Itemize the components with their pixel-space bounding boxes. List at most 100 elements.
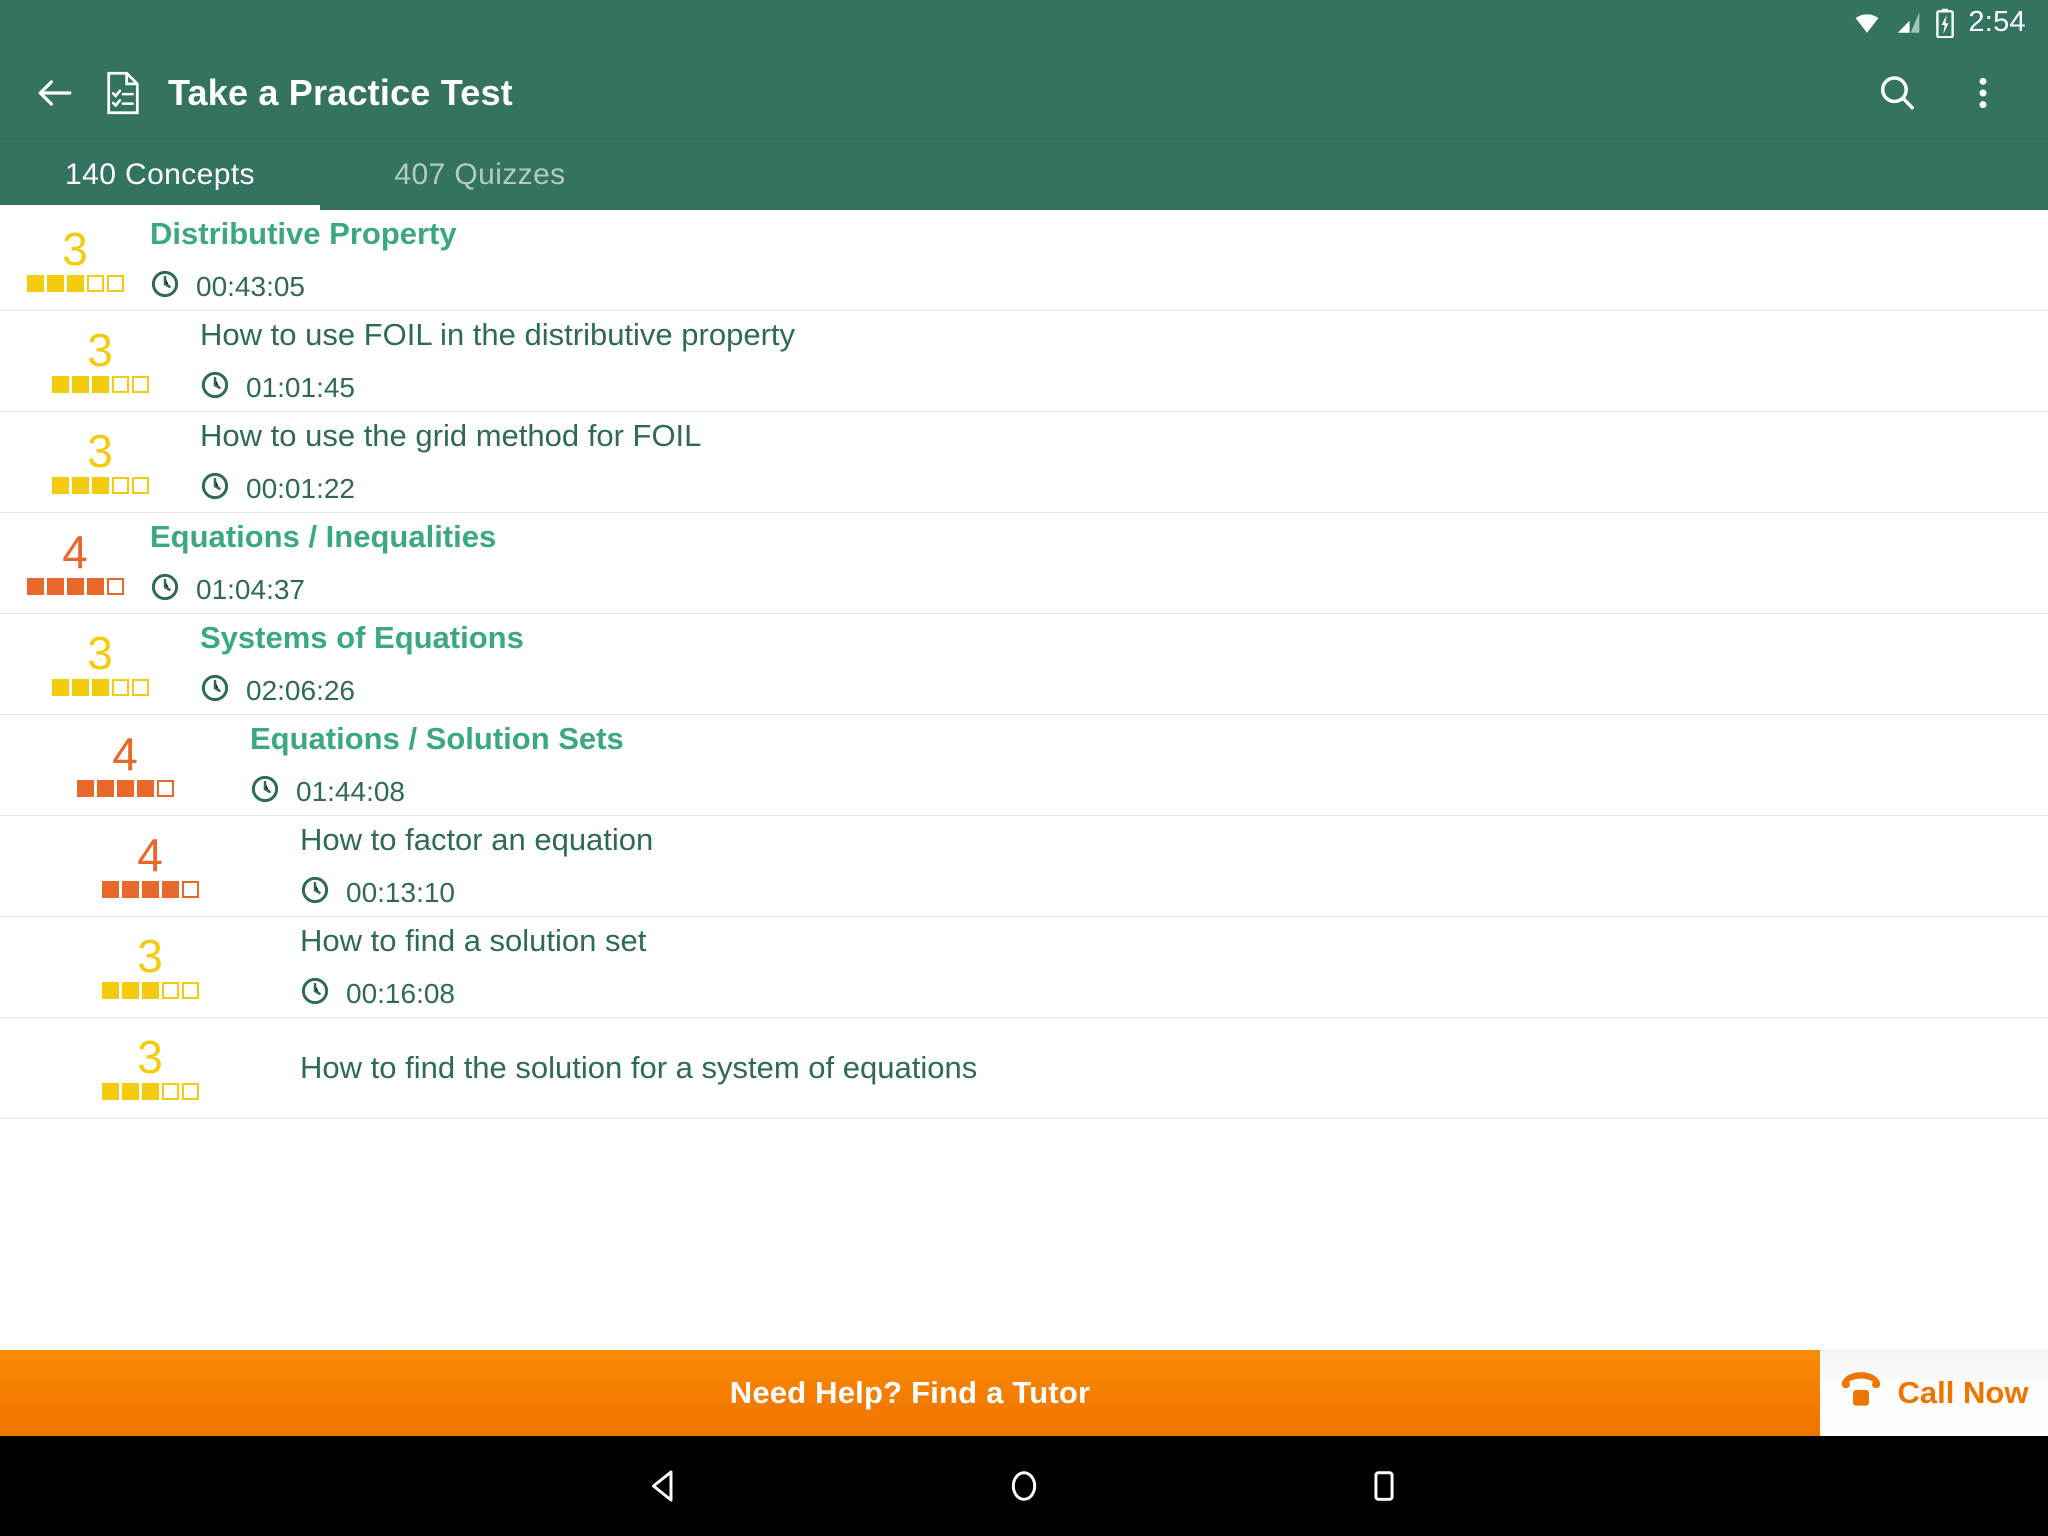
battery-charging-icon	[1935, 8, 1955, 38]
difficulty-rating-boxes	[51, 678, 149, 696]
concept-list[interactable]: 3 Distributive Property 00:43:05 3 How to us…	[0, 210, 2048, 1350]
rating-box-empty	[131, 678, 149, 696]
difficulty-rating: 3	[25, 627, 175, 696]
table-row[interactable]: 3 How to find the solution for a system o…	[0, 1018, 2048, 1119]
difficulty-rating: 4	[50, 728, 200, 797]
concept-title: Systems of Equations	[200, 619, 524, 655]
back-button[interactable]	[0, 71, 110, 115]
difficulty-rating-boxes	[26, 274, 124, 292]
difficulty-rating-number: 3	[87, 627, 113, 680]
study-time: 00:01:22	[200, 471, 2048, 506]
practice-test-document-icon	[104, 71, 142, 115]
rating-box-empty	[86, 274, 104, 292]
cellular-signal-icon	[1895, 10, 1922, 36]
row-content: How to factor an equation 00:13:10	[300, 822, 2048, 911]
wifi-icon	[1852, 10, 1882, 36]
tab-concepts[interactable]: 140 Concepts	[0, 140, 320, 210]
rating-box-filled	[26, 274, 44, 292]
tab-quizzes[interactable]: 407 Quizzes	[320, 140, 640, 210]
rating-box-filled	[141, 880, 159, 898]
rating-box-empty	[131, 476, 149, 494]
nav-recents-button[interactable]	[1329, 1436, 1439, 1536]
rating-box-filled	[51, 375, 69, 393]
rating-box-filled	[46, 577, 64, 595]
rating-box-filled	[51, 476, 69, 494]
clock-icon	[150, 269, 180, 304]
study-time: 01:44:08	[250, 774, 2048, 809]
difficulty-rating-boxes	[101, 880, 199, 898]
app-bar: Take a Practice Test	[0, 45, 2048, 140]
difficulty-rating: 4	[75, 829, 225, 898]
table-row[interactable]: 3 How to use the grid method for FOIL 00:0…	[0, 412, 2048, 513]
table-row[interactable]: 4 How to factor an equation 00:13:10	[0, 816, 2048, 917]
subtopic-title: How to factor an equation	[300, 821, 654, 857]
rating-box-filled	[96, 779, 114, 797]
nav-recents-square-icon	[1374, 1471, 1394, 1501]
table-row[interactable]: 3 How to use FOIL in the distributive pro…	[0, 311, 2048, 412]
rating-box-empty	[181, 1082, 199, 1100]
study-time-value: 01:04:37	[196, 573, 305, 605]
row-content: Equations / Solution Sets 01:44:08	[250, 721, 2048, 810]
nav-back-triangle-icon	[652, 1470, 673, 1502]
table-row[interactable]: 4 Equations / Solution Sets 01:44:08	[0, 715, 2048, 816]
difficulty-rating-number: 4	[137, 829, 163, 882]
rating-box-filled	[116, 779, 134, 797]
nav-home-button[interactable]	[969, 1436, 1079, 1536]
clock-icon	[300, 976, 330, 1011]
table-row[interactable]: 3 Systems of Equations 02:06:26	[0, 614, 2048, 715]
rating-box-filled	[51, 678, 69, 696]
table-row[interactable]: 4 Equations / Inequalities 01:04:37	[0, 513, 2048, 614]
find-tutor-button[interactable]: Need Help? Find a Tutor	[0, 1350, 1820, 1436]
clock-icon	[150, 572, 180, 607]
study-time-value: 00:13:10	[346, 876, 455, 908]
subtopic-title: How to find the solution for a system of…	[300, 1050, 978, 1086]
rating-box-empty	[131, 375, 149, 393]
status-bar: 2:54	[0, 0, 2048, 45]
rating-box-empty	[106, 577, 124, 595]
rating-box-empty	[106, 274, 124, 292]
rating-box-empty	[161, 981, 179, 999]
study-time: 00:13:10	[300, 875, 2048, 910]
study-time: 01:01:45	[200, 370, 2048, 405]
rating-box-empty	[181, 880, 199, 898]
rating-box-filled	[141, 981, 159, 999]
row-content: Systems of Equations 02:06:26	[200, 620, 2048, 709]
difficulty-rating: 3	[0, 226, 150, 292]
difficulty-rating: 3	[75, 1031, 225, 1100]
rating-box-empty	[111, 678, 129, 696]
difficulty-rating: 4	[0, 529, 150, 595]
table-row[interactable]: 3 Distributive Property 00:43:05	[0, 210, 2048, 311]
rating-box-filled	[86, 577, 104, 595]
rating-box-filled	[136, 779, 154, 797]
overflow-menu-button[interactable]	[1940, 73, 2026, 113]
difficulty-rating-number: 3	[137, 1031, 163, 1084]
difficulty-rating-number: 4	[112, 728, 138, 781]
tutor-banner: Need Help? Find a Tutor Call Now	[0, 1350, 2048, 1436]
rating-box-filled	[66, 577, 84, 595]
rating-box-filled	[71, 375, 89, 393]
rating-box-filled	[71, 678, 89, 696]
difficulty-rating-boxes	[76, 779, 174, 797]
subtopic-title: How to use the grid method for FOIL	[200, 417, 702, 453]
subtopic-title: How to find a solution set	[300, 922, 647, 958]
clock-icon	[200, 370, 230, 405]
difficulty-rating-boxes	[51, 375, 149, 393]
call-now-button[interactable]: Call Now	[1820, 1350, 2048, 1436]
rating-box-filled	[66, 274, 84, 292]
call-now-label: Call Now	[1897, 1375, 2029, 1410]
table-row[interactable]: 3 How to find a solution set 00:16:08	[0, 917, 2048, 1018]
study-time-value: 01:44:08	[296, 775, 405, 807]
search-button[interactable]	[1854, 71, 1940, 115]
difficulty-rating-boxes	[101, 981, 199, 999]
arrow-left-icon	[38, 79, 72, 106]
rating-box-empty	[156, 779, 174, 797]
row-content: How to use FOIL in the distributive prop…	[200, 317, 2048, 406]
clock-icon	[250, 774, 280, 809]
clock-icon	[200, 673, 230, 708]
status-time: 2:54	[1968, 6, 2026, 38]
study-time: 00:16:08	[300, 976, 2048, 1011]
tab-concepts-label: 140 Concepts	[65, 158, 255, 191]
nav-back-button[interactable]	[609, 1436, 719, 1536]
row-content: Equations / Inequalities 01:04:37	[150, 519, 2048, 608]
row-content: Distributive Property 00:43:05	[150, 216, 2048, 305]
